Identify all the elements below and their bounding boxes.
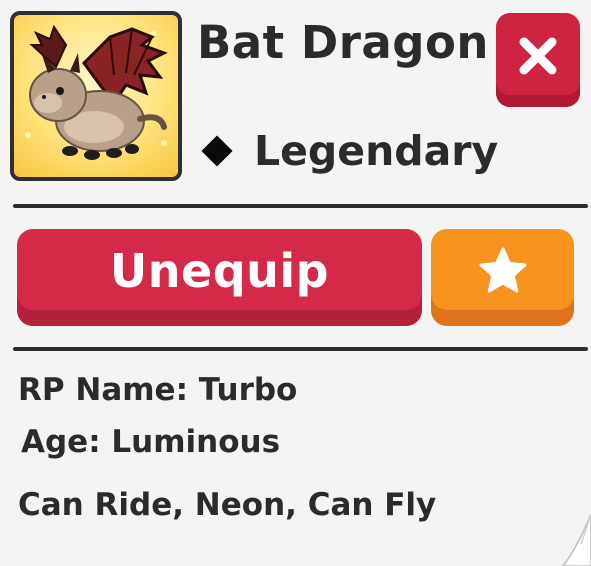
page-corner-fold [562,514,591,566]
rarity-row: Legendary [198,124,498,178]
favorite-button[interactable] [431,229,574,326]
pet-name: Bat Dragon [197,16,489,69]
rp-name-text: RP Name: Turbo [18,372,298,408]
unequip-button[interactable]: Unequip [17,229,422,326]
diamond-icon [201,135,233,167]
close-button[interactable] [496,13,580,107]
pet-portrait [10,11,182,181]
age-text: Age: Luminous [21,424,281,460]
pet-flags-text: Can Ride, Neon, Can Fly [18,487,437,523]
pet-info-panel: Bat Dragon Legendary Unequip RP Name: Tu… [0,0,591,566]
unequip-button-label: Unequip [109,243,330,298]
divider-top [13,204,588,208]
star-icon [479,247,526,292]
divider-bottom [13,347,588,351]
bat-dragon-image [25,24,168,160]
rarity-label: Legendary [254,127,499,175]
close-x-icon [519,37,557,75]
